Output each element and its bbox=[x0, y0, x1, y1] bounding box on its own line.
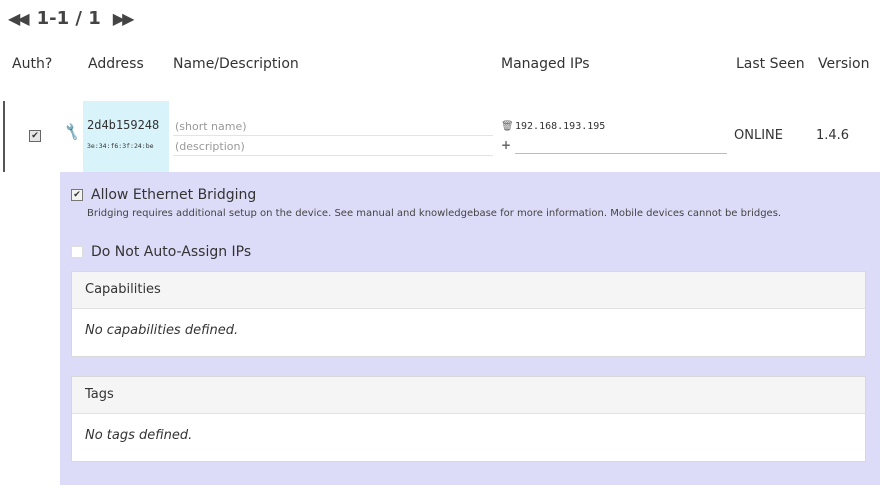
no-auto-assign-checkbox[interactable] bbox=[71, 246, 83, 258]
member-address: 2d4b159248 bbox=[87, 118, 160, 132]
description-input[interactable] bbox=[173, 137, 493, 156]
capabilities-card: Capabilities No capabilities defined. bbox=[71, 271, 866, 357]
table-header: Auth? Address Name/Description Managed I… bbox=[0, 56, 880, 76]
tags-title: Tags bbox=[72, 377, 865, 414]
double-chevron-left-icon[interactable]: ◀◀ bbox=[8, 9, 30, 28]
plus-icon[interactable]: + bbox=[501, 138, 511, 152]
allow-bridging-checkbox[interactable]: ✔ bbox=[71, 189, 83, 201]
trash-icon[interactable]: 🗑 bbox=[501, 121, 514, 132]
short-name-input[interactable] bbox=[173, 117, 493, 136]
pager: ◀◀ 1-1 / 1 ▶▶ bbox=[8, 4, 135, 32]
bridging-note: Bridging requires additional setup on th… bbox=[87, 208, 782, 219]
column-header-name[interactable]: Name/Description bbox=[173, 56, 299, 72]
column-header-auth[interactable]: Auth? bbox=[12, 56, 52, 72]
no-auto-assign-label[interactable]: Do Not Auto-Assign IPs bbox=[91, 244, 251, 260]
last-seen-status: ONLINE bbox=[734, 128, 783, 143]
tags-card: Tags No tags defined. bbox=[71, 376, 866, 462]
no-auto-assign-option[interactable]: Do Not Auto-Assign IPs bbox=[71, 244, 251, 260]
managed-ip: 192.168.193.195 bbox=[515, 121, 606, 132]
capabilities-empty: No capabilities defined. bbox=[85, 323, 239, 338]
column-header-last-seen[interactable]: Last Seen bbox=[736, 56, 805, 72]
member-version: 1.4.6 bbox=[816, 128, 850, 143]
column-header-address[interactable]: Address bbox=[88, 56, 144, 72]
capabilities-title: Capabilities bbox=[72, 272, 865, 309]
auth-checkbox[interactable]: ✔ bbox=[29, 130, 41, 142]
pager-text: 1-1 / 1 bbox=[36, 7, 101, 29]
member-row: ✔ 🔧 2d4b159248 3e:34:f6:3f:24:be 🗑 192.1… bbox=[3, 101, 880, 172]
wrench-icon[interactable]: 🔧 bbox=[62, 123, 82, 143]
allow-bridging-label[interactable]: Allow Ethernet Bridging bbox=[91, 187, 256, 203]
member-mac-address: 3e:34:f6:3f:24:be bbox=[87, 142, 154, 150]
address-cell: 2d4b159248 3e:34:f6:3f:24:be bbox=[83, 101, 169, 172]
tags-empty: No tags defined. bbox=[85, 428, 193, 443]
member-detail-panel: ✔ Allow Ethernet Bridging Bridging requi… bbox=[60, 172, 880, 485]
double-chevron-right-icon[interactable]: ▶▶ bbox=[113, 9, 135, 28]
add-ip-input[interactable] bbox=[515, 139, 727, 154]
allow-bridging-option[interactable]: ✔ Allow Ethernet Bridging bbox=[71, 187, 256, 203]
column-header-managed-ips[interactable]: Managed IPs bbox=[501, 56, 590, 72]
column-header-version[interactable]: Version bbox=[818, 56, 869, 72]
